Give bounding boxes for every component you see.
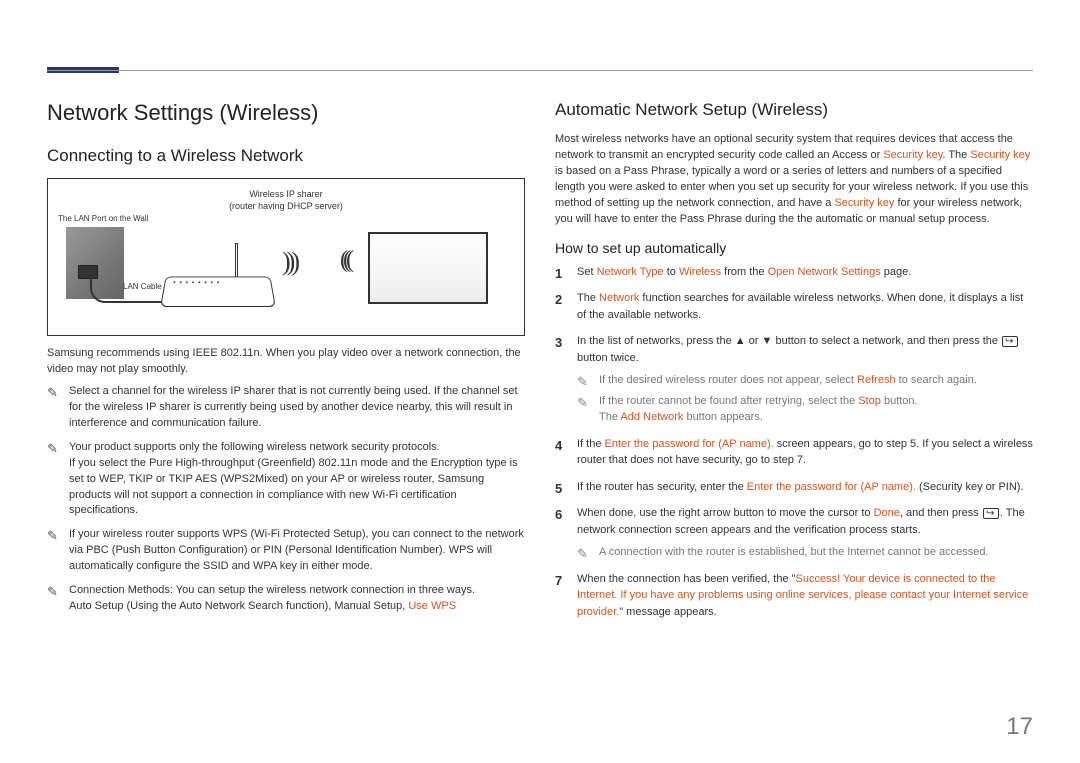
sub-note-item: A connection with the router is establis… [577,544,1033,561]
text: Set [577,266,597,278]
text: to [664,266,679,278]
note-item: Select a channel for the wireless IP sha… [47,384,525,432]
step-number: 7 [555,571,562,591]
step-item: 6 When done, use the right arrow button … [555,505,1033,561]
text: page. [881,266,912,278]
text: If the router cannot be found after retr… [599,395,858,407]
sub-note-item: If the router cannot be found after retr… [577,393,1033,426]
intro-paragraph: Samsung recommends using IEEE 802.11n. W… [47,346,525,378]
note-item: Your product supports only the following… [47,440,525,520]
router-body-icon [160,277,276,308]
text: When the connection has been verified, t… [577,573,796,585]
text: from the [721,266,767,278]
notes-list: Select a channel for the wireless IP sha… [47,384,525,615]
text: button appears. [683,411,763,423]
step-item: 3 In the list of networks, press the ▲ o… [555,333,1033,426]
wireless-waves-out-icon: ))) [282,247,296,277]
enter-icon [983,508,999,519]
enter-icon [1002,336,1018,347]
steps-list: 1 Set Network Type to Wireless from the … [555,264,1033,621]
text: The [577,292,599,304]
wireless-waves-in-icon: ((( [340,247,349,274]
text: function searches for available wireless… [577,292,1023,321]
diagram-label-wall: The LAN Port on the Wall [58,214,148,223]
tv-icon [368,232,488,304]
highlight: Security key [834,197,894,209]
intro-paragraph: Most wireless networks have an optional … [555,132,1033,228]
network-diagram: Wireless IP sharer (router having DHCP s… [47,178,525,336]
page-title: Network Settings (Wireless) [47,100,525,126]
howto-heading: How to set up automatically [555,240,1033,256]
text: button. [881,395,918,407]
sub-note-item: If the desired wireless router does not … [577,372,1033,389]
text: If the [577,438,605,450]
diagram-label-sharer: Wireless IP sharer (router having DHCP s… [58,189,514,212]
text: (Security key or PIN). [916,481,1024,493]
highlight: Enter the password for (AP name). [605,438,774,450]
text: button twice. [577,352,639,364]
note-item: If your wireless router supports WPS (Wi… [47,527,525,575]
highlight: Security key [883,149,942,161]
text: . The [942,149,970,161]
diagram-label-sharer-line1: Wireless IP sharer [249,189,322,199]
step-item: 2 The Network function searches for avai… [555,290,1033,323]
text: " message appears. [619,606,716,618]
subsection-heading: Automatic Network Setup (Wireless) [555,100,1033,120]
diagram-label-lan: LAN Cable [123,282,162,291]
page-content: Network Settings (Wireless) Connecting t… [47,100,1033,630]
page-number: 17 [1006,713,1033,741]
highlight: Enter the password for (AP name). [747,481,916,493]
highlight: Network [599,292,639,304]
step-number: 6 [555,505,562,525]
highlight: Add Network [620,411,683,423]
text: When done, use the right arrow button to… [577,507,874,519]
note-highlight: Use WPS [408,600,456,612]
step-number: 1 [555,264,562,284]
router-icon [163,257,273,307]
text: In the list of networks, press the ▲ or … [577,335,1001,347]
text: , and then press [900,507,982,519]
diagram-label-sharer-line2: (router having DHCP server) [229,201,343,211]
highlight: Wireless [679,266,721,278]
text: to search again. [896,374,977,386]
highlight: Refresh [857,374,896,386]
left-column: Network Settings (Wireless) Connecting t… [47,100,525,630]
step-number: 2 [555,290,562,310]
step-item: 4 If the Enter the password for (AP name… [555,436,1033,469]
step-number: 4 [555,436,562,456]
diagram-scene: The LAN Port on the Wall ))) ((( [58,217,514,312]
highlight: Open Network Settings [768,266,881,278]
step-number: 5 [555,479,562,499]
highlight: Done [874,507,900,519]
step-item: 1 Set Network Type to Wireless from the … [555,264,1033,281]
subsection-heading: Connecting to a Wireless Network [47,146,525,166]
note-item: Connection Methods: You can setup the wi… [47,583,525,615]
sub-notes: If the desired wireless router does not … [577,372,1033,426]
text: If the router has security, enter the [577,481,747,493]
step-item: 7 When the connection has been verified,… [555,571,1033,621]
header-rule [47,70,1033,71]
highlight: Security key [970,149,1030,161]
right-column: Automatic Network Setup (Wireless) Most … [555,100,1033,630]
highlight: Network Type [597,266,664,278]
text: The [599,411,620,423]
step-item: 5 If the router has security, enter the … [555,479,1033,496]
sub-notes: A connection with the router is establis… [577,544,1033,561]
highlight: Stop [858,395,881,407]
text: If the desired wireless router does not … [599,374,857,386]
step-number: 3 [555,333,562,353]
